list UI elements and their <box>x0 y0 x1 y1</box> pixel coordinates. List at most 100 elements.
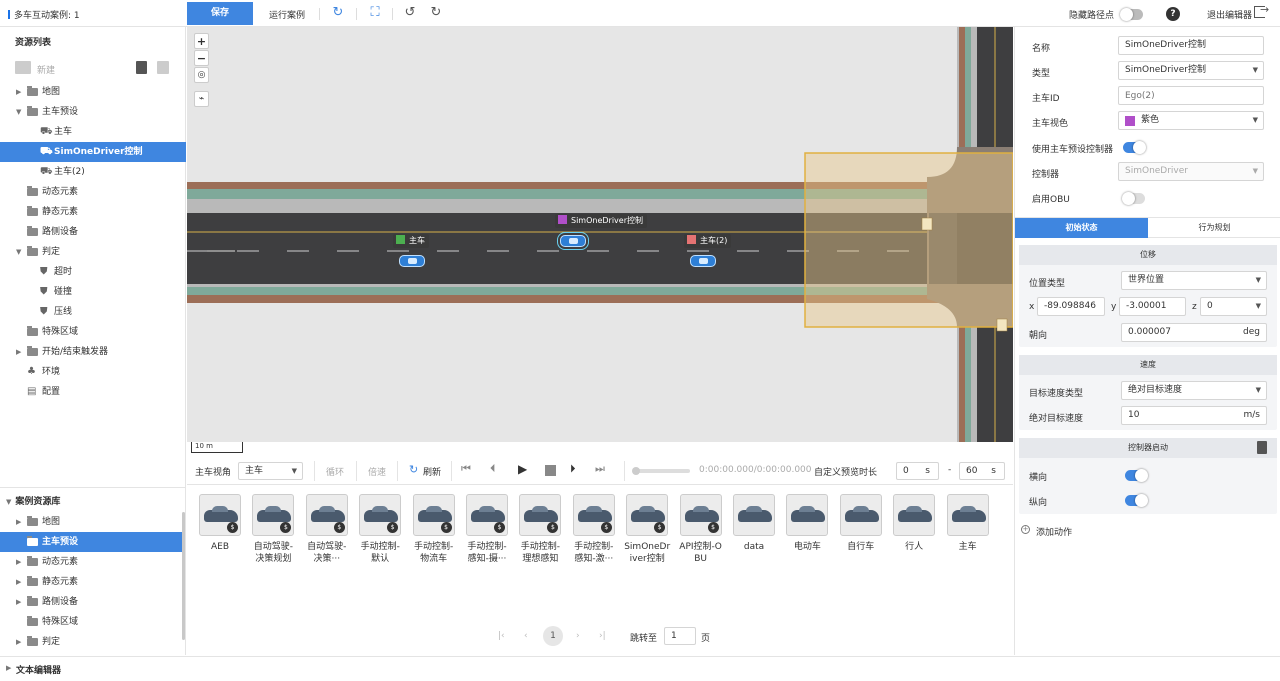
preview-end-input[interactable]: 60 s <box>959 462 1005 480</box>
vehicle-ego-2[interactable] <box>690 255 716 267</box>
asset-item[interactable]: $ SimOneDriver控制 <box>623 494 671 565</box>
asset-item[interactable]: 电动车 <box>783 494 831 553</box>
tab-behavior-plan[interactable]: 行为规划 <box>1148 218 1280 238</box>
asset-item[interactable]: 自行车 <box>837 494 885 553</box>
y-input[interactable]: -3.00001 <box>1119 297 1186 316</box>
z-select[interactable]: 0 ▼ <box>1200 297 1267 316</box>
tree-item-environment[interactable]: ♣ 环境 <box>0 362 186 382</box>
asset-item[interactable]: $ API控制-OBU <box>677 494 725 565</box>
tree-item-triggers[interactable]: ▶ 开始/结束触发器 <box>0 342 186 362</box>
zoom-out-button[interactable]: − <box>194 50 209 66</box>
asset-item[interactable]: $ 手动控制-感知-激··· <box>570 494 618 565</box>
longitudinal-toggle[interactable] <box>1125 494 1148 507</box>
hide-waypoints-toggle[interactable] <box>1120 8 1143 21</box>
view-select[interactable]: 主车 ▼ <box>238 462 303 480</box>
tree-item-roadside[interactable]: 路侧设备 <box>0 222 186 242</box>
fit-screen-icon[interactable]: ⛶ <box>367 5 383 21</box>
preview-start-input[interactable]: 0s <box>896 462 939 480</box>
map-canvas[interactable]: + − ◎ ⌁ 主车 SimOneDriver控制 主车(2) <box>187 27 1013 442</box>
case-library-title[interactable]: ▼ 案例资源库 <box>6 494 60 507</box>
text-editor-toggle[interactable]: 文本编辑器 <box>16 663 61 676</box>
lib-item-dynamic[interactable]: ▶ 动态元素 <box>0 552 182 572</box>
vehicle-label-ego-2[interactable]: 主车(2) <box>684 234 732 248</box>
controller-select[interactable]: SimOneDriver ▼ <box>1118 162 1264 181</box>
refresh-icon[interactable]: ↻ <box>409 463 418 476</box>
vehicle-label-ego[interactable]: 主车 <box>393 234 429 248</box>
tree-item-collision[interactable]: ⛊ 碰撞 <box>0 282 186 302</box>
expand-icon[interactable]: ▶ <box>6 664 11 672</box>
tree-item-line-crossing[interactable]: ⛊ 压线 <box>0 302 186 322</box>
x-input[interactable]: -89.098846 <box>1037 297 1105 316</box>
stop-icon[interactable] <box>545 465 556 476</box>
type-select[interactable]: SimOneDriver控制 ▼ <box>1118 61 1264 80</box>
tree-item-map[interactable]: ▶ 地图 <box>0 82 186 102</box>
tab-initial-state[interactable]: 初始状态 <box>1015 218 1148 238</box>
tree-item-timeout[interactable]: ⛊ 超时 <box>0 262 186 282</box>
last-page-icon[interactable]: ›| <box>599 631 606 641</box>
vehicle-ego[interactable] <box>399 255 425 267</box>
play-icon[interactable]: ▶ <box>518 462 527 476</box>
lib-item-judge[interactable]: ▶ 判定 <box>0 632 182 652</box>
asset-item[interactable]: $ AEB <box>196 494 244 553</box>
tree-item-config[interactable]: ▤ 配置 <box>0 382 186 402</box>
tree-item-simone-driver[interactable]: ⛟ SimOneDriver控制 <box>0 142 186 162</box>
obu-toggle[interactable] <box>1122 192 1145 205</box>
asset-item[interactable]: $ 手动控制-默认 <box>356 494 404 565</box>
scrollbar[interactable] <box>182 512 185 640</box>
loop-button[interactable]: 循环 <box>326 465 344 478</box>
lib-item-roadside[interactable]: ▶ 路侧设备 <box>0 592 182 612</box>
asset-item[interactable]: data <box>730 494 778 553</box>
lib-item-static[interactable]: ▶ 静态元素 <box>0 572 182 592</box>
delete-icon[interactable] <box>1257 441 1267 454</box>
tree-item-ego-preset[interactable]: ▼ 主车预设 <box>0 102 186 122</box>
name-input[interactable]: SimOneDriver控制 <box>1118 36 1264 55</box>
locate-icon[interactable]: ◎ <box>194 67 209 83</box>
prev-page-icon[interactable]: ‹ <box>524 631 528 641</box>
help-icon[interactable]: ? <box>1166 7 1180 21</box>
lib-item-map[interactable]: ▶ 地图 <box>0 512 182 532</box>
goto-input[interactable]: 1 <box>664 627 696 645</box>
tree-item-judge[interactable]: ▼ 判定 <box>0 242 186 262</box>
lib-item-special-zone[interactable]: 特殊区域 <box>0 612 182 632</box>
run-case-button[interactable]: 运行案例 <box>269 8 305 21</box>
progress-handle[interactable] <box>632 467 640 475</box>
add-icon[interactable]: + <box>1021 525 1030 534</box>
tree-item-static[interactable]: 静态元素 <box>0 202 186 222</box>
tree-item-special-zone[interactable]: 特殊区域 <box>0 322 186 342</box>
vehicle-label-simone[interactable]: SimOneDriver控制 <box>555 214 647 228</box>
asset-item[interactable]: 行人 <box>890 494 938 553</box>
lib-item-ego-preset[interactable]: 主车预设 <box>0 532 182 552</box>
asset-item[interactable]: $ 自动驾驶-决策规划 <box>249 494 297 565</box>
heading-input[interactable]: 0.000007 deg <box>1121 323 1267 342</box>
speed-button[interactable]: 倍速 <box>368 465 386 478</box>
zoom-in-button[interactable]: + <box>194 33 209 49</box>
tree-item-ego[interactable]: ⛟ 主车 <box>0 122 186 142</box>
position-type-select[interactable]: 世界位置 ▼ <box>1121 271 1267 290</box>
save-button[interactable]: 保存 <box>187 2 253 25</box>
asset-item[interactable]: $ 自动驾驶-决策··· <box>303 494 351 565</box>
asset-item[interactable]: $ 手动控制-物流车 <box>410 494 458 565</box>
current-page[interactable]: 1 <box>543 626 563 646</box>
skip-start-icon[interactable]: ⏮ <box>461 462 471 476</box>
copy-icon[interactable] <box>157 61 169 74</box>
undo-icon[interactable]: ↺ <box>402 5 418 21</box>
tree-item-dynamic[interactable]: 动态元素 <box>0 182 186 202</box>
first-page-icon[interactable]: |‹ <box>498 631 505 641</box>
add-action-button[interactable]: 添加动作 <box>1036 525 1072 538</box>
ego-color-select[interactable]: 紫色 ▼ <box>1118 111 1264 130</box>
lateral-toggle[interactable] <box>1125 469 1148 482</box>
redo-icon[interactable]: ↻ <box>428 5 444 21</box>
ruler-icon[interactable]: ⌁ <box>194 91 209 107</box>
abs-speed-input[interactable]: 10 m/s <box>1121 406 1267 425</box>
reset-view-icon[interactable]: ↻ <box>330 5 346 21</box>
use-preset-toggle[interactable] <box>1123 141 1146 154</box>
vehicle-simone-driver[interactable] <box>557 232 589 250</box>
asset-item[interactable]: $ 手动控制-理想感知 <box>516 494 564 565</box>
ego-id-input[interactable] <box>1118 86 1264 105</box>
delete-icon[interactable] <box>136 61 147 74</box>
asset-item[interactable]: 主车 <box>944 494 992 553</box>
progress-track[interactable] <box>632 467 690 475</box>
speed-type-select[interactable]: 绝对目标速度 ▼ <box>1121 381 1267 400</box>
tree-item-ego-2[interactable]: ⛟ 主车(2) <box>0 162 186 182</box>
step-forward-icon[interactable]: ⏵ <box>570 462 576 476</box>
